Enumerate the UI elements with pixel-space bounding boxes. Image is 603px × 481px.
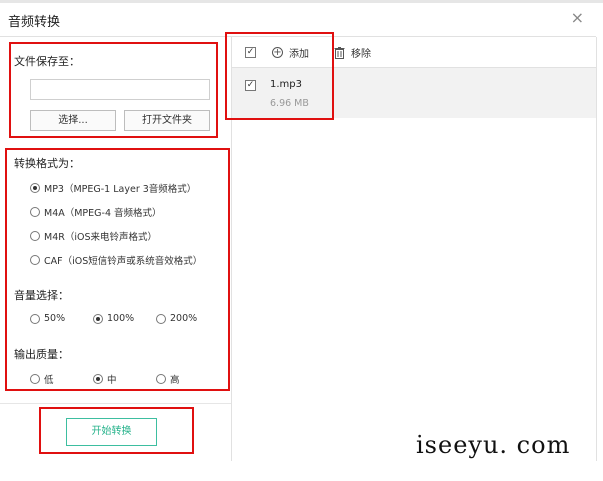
quality-option-medium[interactable]: 中 bbox=[93, 372, 117, 386]
radio-selected-icon bbox=[93, 313, 103, 324]
format-option-label: CAF（iOS短信铃声或系统音效格式） bbox=[44, 256, 203, 267]
radio-unselected-icon bbox=[156, 313, 166, 324]
volume-option-200[interactable]: 200% bbox=[156, 313, 197, 324]
save-path-input[interactable] bbox=[30, 79, 210, 100]
format-label: 转换格式为： bbox=[14, 157, 80, 170]
format-option-mp3[interactable]: MP3（MPEG-1 Layer 3音频格式） bbox=[30, 181, 196, 195]
close-icon[interactable]: × bbox=[571, 8, 584, 27]
radio-unselected-icon bbox=[30, 374, 40, 384]
choose-folder-button[interactable]: 选择... bbox=[30, 110, 116, 131]
volume-option-label: 50% bbox=[44, 313, 66, 324]
window-title: 音频转换 bbox=[8, 15, 61, 30]
format-option-label: M4R（iOS来电铃声格式） bbox=[44, 232, 157, 243]
file-toolbar: ✓ + 添加 移除 bbox=[232, 37, 596, 68]
trash-icon bbox=[334, 46, 345, 59]
quality-option-label: 低 bbox=[44, 375, 54, 386]
footer-divider bbox=[0, 403, 231, 404]
volume-label: 音量选择： bbox=[14, 289, 69, 302]
format-option-label: MP3（MPEG-1 Layer 3音频格式） bbox=[44, 184, 197, 195]
quality-option-label: 高 bbox=[170, 375, 180, 386]
watermark-text: iseeyu. com bbox=[416, 431, 571, 459]
remove-label: 移除 bbox=[351, 49, 371, 60]
add-label: 添加 bbox=[289, 49, 309, 60]
file-size: 6.96 MB bbox=[270, 98, 309, 109]
format-option-caf[interactable]: CAF（iOS短信铃声或系统音效格式） bbox=[30, 253, 202, 267]
title-bar: 音频转换 × bbox=[0, 3, 596, 37]
radio-selected-icon bbox=[93, 374, 103, 384]
remove-button[interactable]: 移除 bbox=[334, 45, 371, 60]
settings-panel bbox=[0, 37, 231, 461]
save-location-label: 文件保存至： bbox=[14, 55, 80, 68]
volume-option-50[interactable]: 50% bbox=[30, 313, 65, 324]
file-checkbox[interactable]: ✓ bbox=[245, 80, 256, 91]
add-button[interactable]: + 添加 bbox=[272, 45, 309, 60]
radio-unselected-icon bbox=[156, 374, 166, 384]
format-option-m4r[interactable]: M4R（iOS来电铃声格式） bbox=[30, 229, 157, 243]
bottom-margin bbox=[0, 461, 603, 481]
quality-option-label: 中 bbox=[107, 375, 117, 386]
quality-option-low[interactable]: 低 bbox=[30, 372, 54, 386]
file-name: 1.mp3 bbox=[270, 79, 302, 90]
radio-selected-icon bbox=[30, 183, 40, 193]
start-conversion-button[interactable]: 开始转换 bbox=[66, 418, 157, 446]
radio-unselected-icon bbox=[30, 255, 40, 265]
select-all-checkbox[interactable]: ✓ bbox=[245, 47, 256, 58]
volume-option-label: 200% bbox=[170, 313, 198, 324]
open-folder-button[interactable]: 打开文件夹 bbox=[124, 110, 210, 131]
window-right-border bbox=[596, 37, 597, 461]
volume-option-label: 100% bbox=[107, 313, 135, 324]
radio-unselected-icon bbox=[30, 231, 40, 241]
format-option-m4a[interactable]: M4A（MPEG-4 音频格式） bbox=[30, 205, 162, 219]
radio-unselected-icon bbox=[30, 207, 40, 217]
radio-unselected-icon bbox=[30, 313, 40, 324]
quality-option-high[interactable]: 高 bbox=[156, 372, 180, 386]
volume-option-100[interactable]: 100% bbox=[93, 313, 134, 324]
format-option-label: M4A（MPEG-4 音频格式） bbox=[44, 208, 162, 219]
file-list-item[interactable]: ✓ 1.mp3 6.96 MB bbox=[232, 68, 596, 118]
quality-label: 输出质量： bbox=[14, 348, 69, 361]
add-circle-icon: + bbox=[272, 47, 283, 58]
